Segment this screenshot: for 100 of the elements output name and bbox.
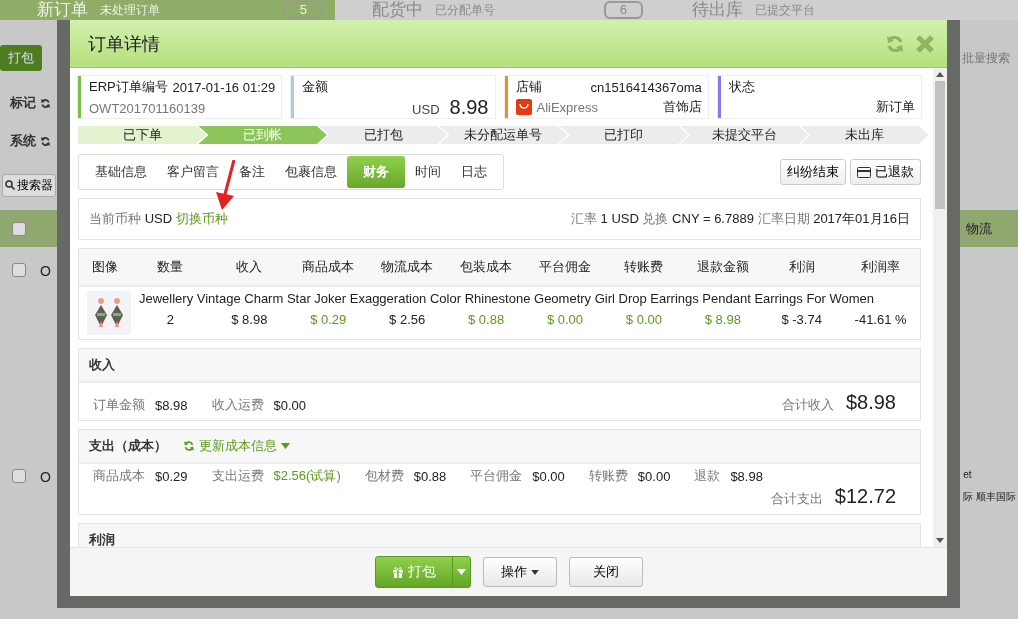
progress-step: 未出库 — [800, 126, 929, 144]
filter-label[interactable]: 标记 — [10, 94, 36, 112]
shop-name: 首饰店 — [662, 98, 702, 116]
exchange-value: CNY = 6.7889 — [672, 211, 754, 226]
close-icon[interactable] — [915, 33, 935, 54]
search-icon — [5, 180, 15, 190]
switch-currency-link[interactable]: 切换币种 — [175, 211, 228, 226]
table-cell[interactable]: $ 8.98 — [683, 312, 763, 327]
order-number: O — [40, 263, 51, 279]
status-tab[interactable]: 待出库 已提交平台 — [655, 0, 975, 20]
shop-account: cn1516414367oma — [590, 79, 702, 95]
shop-bag-icon — [515, 99, 532, 115]
table-cell-text: $ -3.74 — [780, 312, 823, 327]
table-cell[interactable]: $ 0.29 — [288, 312, 368, 327]
tab-title: 待出库 — [692, 0, 743, 20]
item-label: 包材费 — [364, 467, 404, 485]
scrollbar[interactable] — [933, 68, 947, 547]
rate-date-label: 汇率日期 — [757, 211, 810, 226]
tab[interactable]: 备注 — [229, 156, 275, 188]
exchange-label: 兑换 — [642, 211, 669, 226]
table-cell-text: $ 2.56 — [388, 312, 427, 327]
progress-step: 已到帐 — [198, 126, 327, 144]
filter-label[interactable]: 系统 — [10, 132, 36, 150]
tab[interactable]: 基础信息 — [85, 156, 157, 188]
item-label: 平台佣金 — [470, 467, 523, 485]
caret-icon — [531, 569, 539, 575]
table-cell-text: $ 8.98 — [230, 312, 269, 327]
status-tab[interactable]: 新订单 未处理订单 5 — [0, 0, 335, 20]
tab-title: 新订单 — [37, 0, 88, 20]
amount-value: 8.98 — [449, 96, 489, 119]
platform-name: AliExpress — [536, 99, 598, 115]
gift-icon — [392, 566, 404, 578]
card-label: ERP订单编号 — [89, 78, 168, 96]
close-button[interactable]: 关闭 — [569, 557, 643, 587]
item-value: $2.56(试算) — [273, 467, 341, 485]
total-value: $8.98 — [845, 391, 896, 414]
table-cell[interactable]: $ 0.88 — [446, 312, 526, 327]
caret-icon — [457, 569, 466, 575]
tab-title: 配货中 — [372, 0, 423, 20]
search-button[interactable]: 搜索器 — [2, 173, 56, 197]
item-label: 收入运费 — [211, 396, 264, 414]
refresh-icon[interactable] — [40, 135, 51, 147]
product-image — [87, 291, 131, 335]
logistics-text: et — [963, 469, 973, 480]
dialog-title: 订单详情 — [88, 32, 160, 56]
checkbox[interactable] — [12, 263, 26, 277]
column-header: 转账费 — [623, 258, 665, 276]
refunded-button[interactable]: 已退款 — [850, 159, 921, 185]
table-cell[interactable]: $ 0.00 — [525, 312, 605, 327]
item-value: $8.98 — [730, 468, 763, 484]
tab[interactable]: 时间 — [405, 156, 451, 188]
progress-step: 已下单 — [78, 126, 207, 144]
total-label: 合计支出 — [770, 490, 823, 508]
table-cell-text: 2 — [165, 312, 176, 327]
rate-date: 2017年01月16日 — [813, 211, 910, 226]
item-value: $0.00 — [273, 397, 307, 413]
update-cost-link[interactable]: 更新成本信息 — [199, 437, 277, 455]
tab[interactable]: 包裹信息 — [275, 156, 347, 188]
checkbox[interactable] — [12, 469, 26, 483]
column-header: 数量 — [156, 258, 185, 276]
item-value: $8.98 — [155, 397, 188, 413]
column-header: 利润率 — [860, 258, 902, 276]
column-header: 物流成本 — [380, 258, 435, 276]
table-cell[interactable]: $ 0.00 — [604, 312, 684, 327]
column-header: 收入 — [235, 258, 264, 276]
tab[interactable]: 财务 — [347, 156, 405, 188]
refresh-icon[interactable] — [40, 97, 51, 109]
column-header: 平台佣金 — [538, 258, 592, 276]
progress-step: 已打包 — [318, 126, 448, 144]
tab-subtitle: 已提交平台 — [755, 1, 815, 19]
dispute-end-button[interactable]: 纠纷结束 — [780, 159, 846, 185]
tab[interactable]: 客户留言 — [157, 156, 229, 188]
column-header: 退款金额 — [695, 258, 750, 276]
order-number: OWT201701160139 — [89, 101, 206, 116]
section-title: 支出（成本） — [89, 437, 167, 455]
column-header: 利润 — [787, 258, 816, 276]
caret-icon[interactable] — [281, 443, 290, 449]
checkbox[interactable] — [12, 221, 26, 236]
currency-code: USD — [144, 211, 173, 226]
logistics-text: 际 顺丰国际 — [963, 490, 1016, 504]
card-label: 金额 — [302, 78, 329, 96]
tab-subtitle: 未处理订单 — [100, 1, 160, 19]
order-number: O — [40, 469, 51, 485]
item-value: $0.29 — [155, 468, 188, 484]
progress-step: 未提交平台 — [680, 126, 809, 144]
item-label: 转账费 — [588, 467, 628, 485]
item-label: 订单金额 — [93, 396, 145, 414]
currency-code: USD — [412, 102, 440, 117]
item-value: $0.00 — [532, 468, 565, 484]
item-value: $0.00 — [637, 468, 671, 484]
tab[interactable]: 日志 — [451, 156, 497, 188]
order-date: 2017-01-16 01:29 — [172, 79, 276, 95]
item-value: $0.88 — [413, 468, 447, 484]
pack-button[interactable]: 打包 — [0, 45, 42, 71]
operation-menu-button[interactable]: 操作 — [483, 557, 557, 587]
status-value: 新订单 — [876, 98, 915, 116]
progress-step: 未分配运单号 — [439, 126, 568, 144]
batch-search-field[interactable]: 批量搜索 — [962, 49, 1010, 67]
rate-label: 汇率 — [570, 211, 597, 226]
product-title: Jewellery Vintage Charm Star Joker Exaggeration Color Rhinestone Geometry Girl Drop Earrings Pendant Earrings For Women — [139, 291, 876, 306]
